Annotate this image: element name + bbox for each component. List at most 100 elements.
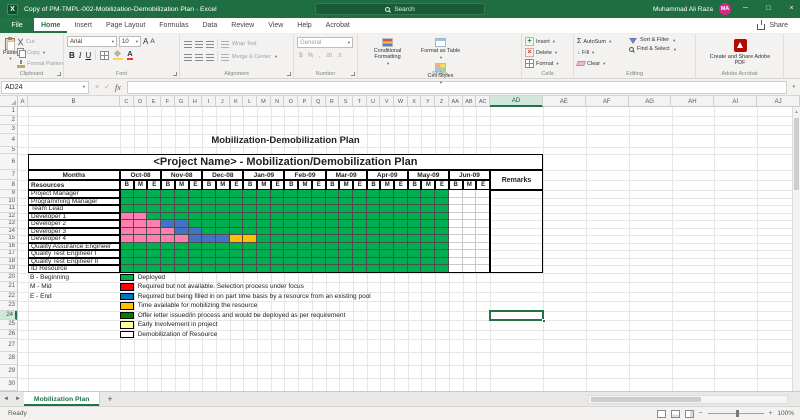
gantt-cell-G[interactable]	[257, 220, 271, 228]
horizontal-scrollbar-thumb[interactable]	[591, 397, 701, 402]
gantt-cell-G[interactable]	[243, 213, 257, 221]
gantt-cell-G[interactable]	[202, 243, 216, 251]
row-header-14[interactable]: 14	[0, 228, 17, 236]
phase-header[interactable]: M	[298, 180, 312, 190]
gantt-cell-G[interactable]	[312, 190, 326, 198]
align-center-icon[interactable]	[195, 54, 203, 61]
gantt-cell-G[interactable]	[353, 213, 367, 221]
gantt-cell-G[interactable]	[353, 220, 367, 228]
gantt-cell-G[interactable]	[408, 250, 422, 258]
sheet-tab-mobilization-plan[interactable]: Mobilization Plan	[24, 392, 101, 406]
bold-button[interactable]: B	[69, 51, 75, 60]
fill-color-icon[interactable]	[113, 51, 123, 60]
gantt-cell-G[interactable]	[394, 190, 408, 198]
phase-header[interactable]: E	[353, 180, 367, 190]
format-cells-button[interactable]: Format ▾	[525, 58, 571, 69]
resource-name[interactable]: Developer 1	[28, 213, 120, 221]
column-header-U[interactable]: U	[367, 96, 381, 107]
format-painter-button[interactable]: Format Painter	[17, 58, 63, 69]
gantt-cell-W[interactable]	[463, 228, 477, 236]
gantt-cell-G[interactable]	[271, 228, 285, 236]
gantt-cell-G[interactable]	[312, 265, 326, 273]
phase-header[interactable]: E	[189, 180, 203, 190]
page-break-view-icon[interactable]	[685, 410, 694, 418]
column-header-T[interactable]: T	[353, 96, 367, 107]
row-header-5[interactable]: 5	[0, 147, 17, 154]
gantt-cell-G[interactable]	[230, 243, 244, 251]
gantt-cell-G[interactable]	[312, 250, 326, 258]
column-header-C[interactable]: C	[120, 96, 134, 107]
gantt-cell-G[interactable]	[312, 198, 326, 206]
font-size-select[interactable]: 10 ▾	[119, 36, 141, 47]
align-middle-icon[interactable]	[195, 41, 203, 48]
row-header-22[interactable]: 22	[0, 292, 17, 302]
select-all-corner[interactable]	[0, 96, 18, 107]
column-header-P[interactable]: P	[298, 96, 312, 107]
gantt-cell-W[interactable]	[449, 235, 463, 243]
column-header-W[interactable]: W	[394, 96, 408, 107]
gantt-cell-G[interactable]	[284, 265, 298, 273]
row-header-19[interactable]: 19	[0, 265, 17, 273]
phase-header[interactable]: M	[257, 180, 271, 190]
gantt-cell-G[interactable]	[134, 205, 148, 213]
gantt-cell-G[interactable]	[380, 213, 394, 221]
gantt-cell-W[interactable]	[476, 228, 490, 236]
column-header-H[interactable]: H	[189, 96, 203, 107]
gantt-cell-B[interactable]	[189, 228, 203, 236]
wrap-text-button[interactable]: Wrap Text	[232, 41, 257, 47]
phase-header[interactable]: M	[175, 180, 189, 190]
gantt-cell-G[interactable]	[243, 228, 257, 236]
gantt-cell-P[interactable]	[147, 235, 161, 243]
gantt-cell-G[interactable]	[408, 213, 422, 221]
gantt-cell-G[interactable]	[120, 265, 134, 273]
row-header-15[interactable]: 15	[0, 235, 17, 243]
phase-header[interactable]: B	[326, 180, 340, 190]
phase-header[interactable]: B	[367, 180, 381, 190]
column-header-AE[interactable]: AE	[543, 96, 586, 107]
gantt-cell-G[interactable]	[284, 243, 298, 251]
row-header-24[interactable]: 24	[0, 311, 17, 321]
tab-insert[interactable]: Insert	[67, 18, 99, 33]
gantt-cell-G[interactable]	[421, 190, 435, 198]
gantt-cell-G[interactable]	[421, 198, 435, 206]
tab-file[interactable]: File	[0, 18, 34, 33]
month-header[interactable]: May-09	[408, 170, 449, 180]
gantt-cell-W[interactable]	[463, 265, 477, 273]
gantt-cell-G[interactable]	[271, 265, 285, 273]
merge-center-button[interactable]: Merge & Center	[232, 54, 271, 60]
column-header-AA[interactable]: AA	[449, 96, 463, 107]
enter-formula-icon[interactable]: ✓	[104, 83, 110, 91]
new-sheet-button[interactable]: +	[107, 394, 112, 404]
accounting-format-icon[interactable]: $	[299, 52, 303, 59]
gantt-cell-G[interactable]	[367, 228, 381, 236]
fill-button[interactable]: ↓ Fill ▾	[577, 47, 625, 58]
gantt-cell-G[interactable]	[367, 213, 381, 221]
gantt-cell-W[interactable]	[463, 243, 477, 251]
gantt-cell-G[interactable]	[367, 198, 381, 206]
font-color-icon[interactable]: A	[127, 50, 132, 60]
gantt-cell-G[interactable]	[216, 228, 230, 236]
gantt-cell-G[interactable]	[421, 265, 435, 273]
align-left-icon[interactable]	[184, 54, 192, 61]
month-header[interactable]: Jan-09	[243, 170, 284, 180]
zoom-slider[interactable]	[708, 413, 764, 414]
resources-label[interactable]: Resources	[28, 180, 120, 190]
phase-header[interactable]: M	[380, 180, 394, 190]
gantt-cell-G[interactable]	[326, 220, 340, 228]
gantt-cell-W[interactable]	[476, 250, 490, 258]
phase-header[interactable]: B	[202, 180, 216, 190]
column-header-N[interactable]: N	[271, 96, 285, 107]
gantt-cell-G[interactable]	[284, 228, 298, 236]
gantt-cell-G[interactable]	[435, 228, 449, 236]
underline-button[interactable]: U	[85, 51, 91, 60]
month-header[interactable]: Apr-09	[367, 170, 408, 180]
gantt-cell-G[interactable]	[243, 258, 257, 266]
gantt-cell-G[interactable]	[312, 213, 326, 221]
phase-header[interactable]: M	[339, 180, 353, 190]
gantt-cell-G[interactable]	[161, 190, 175, 198]
month-header[interactable]: Mar-09	[326, 170, 367, 180]
column-header-S[interactable]: S	[339, 96, 353, 107]
column-header-M[interactable]: M	[257, 96, 271, 107]
gantt-cell-G[interactable]	[189, 258, 203, 266]
gantt-cell-P[interactable]	[120, 235, 134, 243]
